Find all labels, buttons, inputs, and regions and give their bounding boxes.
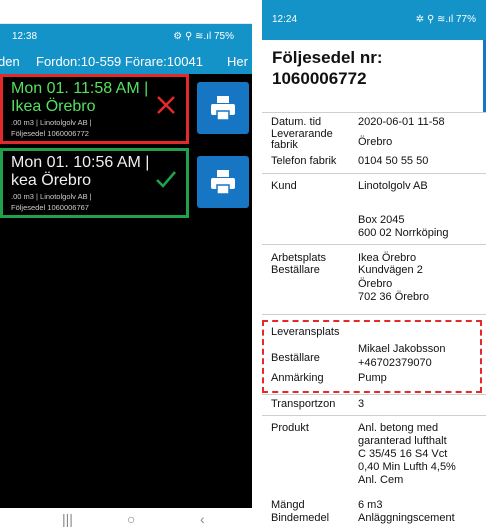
status-indicators: ⚙ ⚲ ≋.ıl 75%: [173, 31, 234, 42]
divider: [262, 173, 486, 174]
recents-button[interactable]: |||: [62, 511, 73, 527]
delivery-time: Mon 01. 11:58 AM |: [11, 80, 149, 97]
anmarkning-value: Pump: [358, 372, 387, 384]
status-time: 12:38: [12, 31, 38, 42]
top-strip: [0, 0, 252, 24]
arbetsplats-label: Arbetsplats: [271, 252, 327, 264]
check-icon: [156, 171, 176, 188]
divider: [262, 112, 486, 113]
left-phone-screen: 12:38 ⚙ ⚲ ≋.ıl 75% den Fordon:10-559 För…: [0, 0, 252, 532]
vehicle-driver-label: Fordon:10-559 Förare:10041: [36, 54, 203, 69]
system-nav-bar: ||| ○ ‹: [0, 508, 252, 532]
bestallare-phone[interactable]: +46702379070: [358, 357, 432, 370]
transportzon-value: 3: [358, 398, 365, 410]
printer-icon: [211, 96, 235, 121]
anmarkning-label: Anmärking: [271, 372, 324, 384]
bindemedel-value: Anläggningscement: [358, 512, 455, 524]
print-button[interactable]: [197, 156, 249, 208]
produkt-line-1: Anl. betong med: [358, 422, 439, 434]
delivery-note-number: Följesedel 1060006772: [11, 129, 89, 138]
home-button[interactable]: ○: [127, 511, 135, 527]
back-button[interactable]: ‹: [200, 511, 205, 527]
leveransplats-label: Leveransplats: [271, 326, 340, 338]
status-time: 12:24: [272, 14, 298, 25]
produkt-line-4: 0,40 Min Lufth 4,5%: [358, 461, 456, 473]
bestallare-name: Mikael Jakobsson: [358, 343, 446, 355]
delivery-card-rejected[interactable]: Mon 01. 11:58 AM | Ikea Örebro .00 m3 | …: [0, 74, 189, 144]
arbetsplats-value-3: Örebro: [358, 278, 393, 290]
arbetsplats-value-2: Kundvägen 2: [358, 264, 423, 276]
mangd-label: Mängd: [271, 499, 305, 511]
close-icon: [157, 96, 175, 114]
delivery-card-accepted[interactable]: Mon 01. 10:56 AM | kea Örebro .00 m3 | L…: [0, 148, 189, 218]
datum-value: 2020-06-01 11-58: [358, 116, 445, 128]
title-line-1: Följesedel nr:: [272, 48, 383, 67]
delivery-details: .00 m3 | Linotolgolv AB |: [11, 118, 92, 127]
telefon-value: 0104 50 55 50: [358, 155, 429, 167]
bestallare-label: Beställare: [271, 352, 320, 364]
delivery-details: .00 m3 | Linotolgolv AB |: [11, 192, 92, 201]
delivery-list: Mon 01. 11:58 AM | Ikea Örebro .00 m3 | …: [0, 74, 252, 508]
right-phone-screen: 12:24 ✲ ⚲ ≋.ıl 77% Följesedel nr: 106000…: [262, 0, 486, 532]
delivery-site: kea Örebro: [11, 172, 92, 189]
appbar-fragment-right[interactable]: Her: [227, 50, 248, 74]
kund-address-2: 600 02 Norrköping: [358, 227, 449, 239]
title-line-2: 1060006772: [272, 69, 367, 88]
divider: [262, 394, 486, 395]
status-bar: 12:38 ⚙ ⚲ ≋.ıl 75%: [0, 24, 252, 50]
delivery-note-number: Följesedel 1060006767: [11, 203, 89, 212]
app-bar: den Fordon:10-559 Förare:10041 Her: [0, 50, 252, 74]
divider: [262, 244, 486, 245]
kund-value: Linotolgolv AB: [358, 180, 428, 192]
status-bar: 12:24 ✲ ⚲ ≋.ıl 77%: [262, 0, 486, 40]
delivery-note-header: Följesedel nr: 1060006772: [262, 40, 486, 112]
transportzon-label: Transportzon: [271, 398, 336, 410]
produkt-line-3: C 35/45 16 S4 Vct: [358, 448, 448, 460]
divider: [262, 314, 486, 315]
kund-label: Kund: [271, 180, 297, 192]
levfabrik-value: Örebro: [358, 136, 393, 148]
levfabrik-label-2: fabrik: [271, 139, 298, 151]
delivery-time: Mon 01. 10:56 AM |: [11, 154, 150, 171]
printer-icon: [211, 170, 235, 195]
produkt-line-5: Anl. Cem: [358, 474, 404, 486]
arbetsplats-value-4: 702 36 Örebro: [358, 291, 429, 303]
status-indicators: ✲ ⚲ ≋.ıl 77%: [415, 14, 476, 25]
mangd-value: 6 m3: [358, 499, 383, 511]
kund-address-1: Box 2045: [358, 214, 405, 226]
page-title: Följesedel nr: 1060006772: [272, 47, 383, 89]
divider: [262, 415, 486, 416]
appbar-fragment-left[interactable]: den: [0, 50, 20, 74]
produkt-line-2: garanterad lufthalt: [358, 435, 447, 447]
bindemedel-label: Bindemedel: [271, 512, 330, 524]
arbetsplats-value-1: Ikea Örebro: [358, 252, 417, 264]
bestallare-label: Beställare: [271, 264, 320, 276]
telefon-label: Telefon fabrik: [271, 155, 337, 167]
print-button[interactable]: [197, 82, 249, 134]
datum-label: Datum. tid: [271, 116, 322, 128]
produkt-label: Produkt: [271, 422, 309, 434]
delivery-site: Ikea Örebro: [11, 98, 96, 115]
